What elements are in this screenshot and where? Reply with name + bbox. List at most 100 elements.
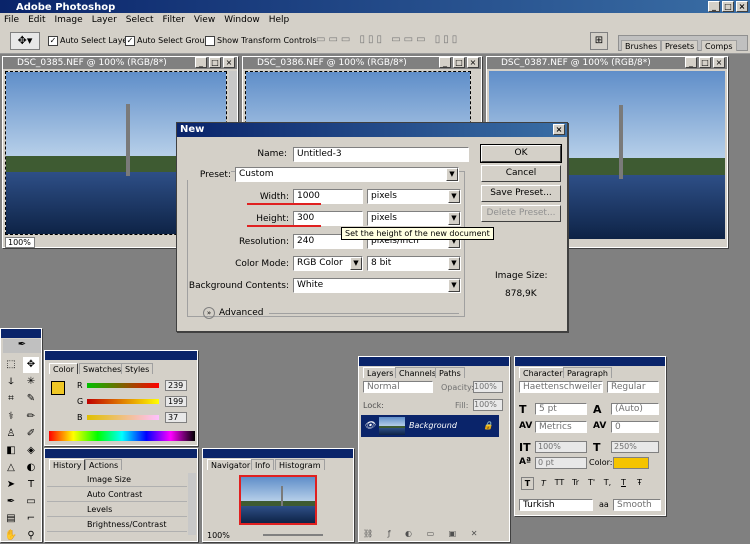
width-input[interactable]: 1000 [293,189,363,204]
pen-tool-icon[interactable]: ✒ [3,494,19,510]
height-unit-dropdown[interactable]: pixels ▼ [367,211,461,226]
history-item[interactable]: Brightness/Contrast [47,518,187,532]
ok-button[interactable]: OK [480,144,562,163]
tab-color[interactable]: Color [49,363,78,374]
hand-tool-icon[interactable]: ✋ [3,528,19,544]
menu-help[interactable]: Help [269,13,290,28]
height-input[interactable]: 300 [293,211,363,226]
menu-layer[interactable]: Layer [92,13,117,28]
tab-info[interactable]: Info [251,459,275,470]
navigator-zoom[interactable]: 100% [207,531,230,540]
notes-tool-icon[interactable]: ▤ [3,511,19,527]
kerning-input[interactable]: Metrics [535,421,587,433]
menu-filter[interactable]: Filter [163,13,185,28]
fill-input[interactable]: 100% [473,399,503,411]
history-scrollbar[interactable] [188,473,196,535]
blend-mode-dropdown[interactable]: Normal [363,381,433,393]
crop-tool-icon[interactable]: ⌗ [3,391,19,407]
r-value[interactable]: 239 [165,380,187,391]
paint-bucket-tool-icon[interactable]: ◈ [23,443,39,459]
faux-bold-button[interactable]: T [521,477,534,490]
menu-edit[interactable]: Edit [28,13,45,28]
zoom-field[interactable]: 100% [5,237,35,248]
tab-actions[interactable]: Actions [85,459,123,470]
history-item[interactable]: Levels [47,503,187,517]
move-tool-icon[interactable]: ✥ [23,357,39,373]
healing-brush-tool-icon[interactable]: ⚕ [3,409,19,425]
tab-styles[interactable]: Styles [121,363,154,374]
tab-paragraph[interactable]: Paragraph [563,367,612,378]
strikethrough-button[interactable]: Ŧ [633,477,646,490]
doc-maximize-button[interactable]: □ [453,57,465,68]
doc-minimize-button[interactable]: _ [195,57,207,68]
underline-button[interactable]: T [617,477,630,490]
auto-select-groups-checkbox[interactable]: ✓ [125,36,135,46]
file-browser-icon[interactable]: ⊞ [590,32,608,50]
horizontal-scale-input[interactable]: 250% [611,441,659,453]
slice-tool-icon[interactable]: ✎ [23,391,39,407]
dialog-close-button[interactable]: × [553,124,565,135]
font-style-dropdown[interactable]: Regular [607,381,659,393]
marquee-tool-icon[interactable]: ⬚ [3,357,19,373]
tab-navigator[interactable]: Navigator [207,459,255,470]
tab-history[interactable]: History [49,459,86,470]
shape-tool-icon[interactable]: ▭ [23,494,39,510]
tab-swatches[interactable]: Swatches [79,363,126,374]
tab-histogram[interactable]: Histogram [275,459,325,470]
minimize-button[interactable]: _ [708,1,720,12]
magic-wand-tool-icon[interactable]: ✳ [23,374,39,390]
r-slider[interactable] [87,383,159,388]
lasso-tool-icon[interactable]: ↆ [3,374,19,390]
eye-icon[interactable]: 👁 [364,415,375,437]
font-family-dropdown[interactable]: Haettenschweiler [519,381,603,393]
anti-alias-dropdown[interactable]: Smooth [613,499,661,511]
well-tab-presets[interactable]: Presets [661,40,699,51]
background-contents-dropdown[interactable]: White ▼ [293,278,461,293]
preset-dropdown[interactable]: Custom ▼ [235,167,459,182]
b-slider[interactable] [87,415,159,420]
menu-select[interactable]: Select [126,13,154,28]
tab-layers[interactable]: Layers [363,367,398,378]
doc-close-button[interactable]: × [713,57,725,68]
save-preset-button[interactable]: Save Preset... [481,185,561,202]
show-transform-checkbox[interactable] [205,36,215,46]
doc-maximize-button[interactable]: □ [209,57,221,68]
navigator-zoom-slider[interactable] [263,534,323,536]
g-value[interactable]: 199 [165,396,187,407]
history-item[interactable]: Auto Contrast [47,488,187,502]
blur-tool-icon[interactable]: △ [3,460,19,476]
tab-paths[interactable]: Paths [435,367,465,378]
eraser-tool-icon[interactable]: ◧ [3,443,19,459]
foreground-color-swatch[interactable] [51,381,65,395]
vertical-scale-input[interactable]: 100% [535,441,587,453]
tab-channels[interactable]: Channels [395,367,441,378]
doc-close-button[interactable]: × [467,57,479,68]
type-tool-icon[interactable]: T [23,477,39,493]
g-slider[interactable] [87,399,159,404]
tracking-input[interactable]: 0 [611,421,659,433]
baseline-shift-input[interactable]: 0 pt [535,457,587,469]
zoom-tool-icon[interactable]: ⚲ [23,528,39,544]
name-input[interactable]: Untitled-3 [293,147,469,162]
menu-view[interactable]: View [194,13,215,28]
brush-tool-icon[interactable]: ✏ [23,409,39,425]
font-size-input[interactable]: 5 pt [535,403,587,415]
tab-character[interactable]: Character [519,367,567,378]
maximize-button[interactable]: □ [722,1,734,12]
eyedropper-tool-icon[interactable]: ⌐ [23,511,39,527]
doc-close-button[interactable]: × [223,57,235,68]
layer-buttons[interactable]: ⛓ ƒ ◐ ▭ ▣ ✕ [363,529,507,539]
width-unit-dropdown[interactable]: pixels ▼ [367,189,461,204]
all-caps-button[interactable]: TT [553,477,566,490]
well-tab-brushes[interactable]: Brushes [621,40,662,51]
doc-maximize-button[interactable]: □ [699,57,711,68]
dodge-tool-icon[interactable]: ◐ [23,460,39,476]
menu-window[interactable]: Window [224,13,260,28]
bit-depth-dropdown[interactable]: 8 bit ▼ [367,256,461,271]
history-brush-tool-icon[interactable]: ✐ [23,426,39,442]
doc-minimize-button[interactable]: _ [439,57,451,68]
small-caps-button[interactable]: Tr [569,477,582,490]
opacity-input[interactable]: 100% [473,381,503,393]
layer-row-background[interactable]: 👁 Background 🔒 [361,415,499,437]
superscript-button[interactable]: T' [585,477,598,490]
